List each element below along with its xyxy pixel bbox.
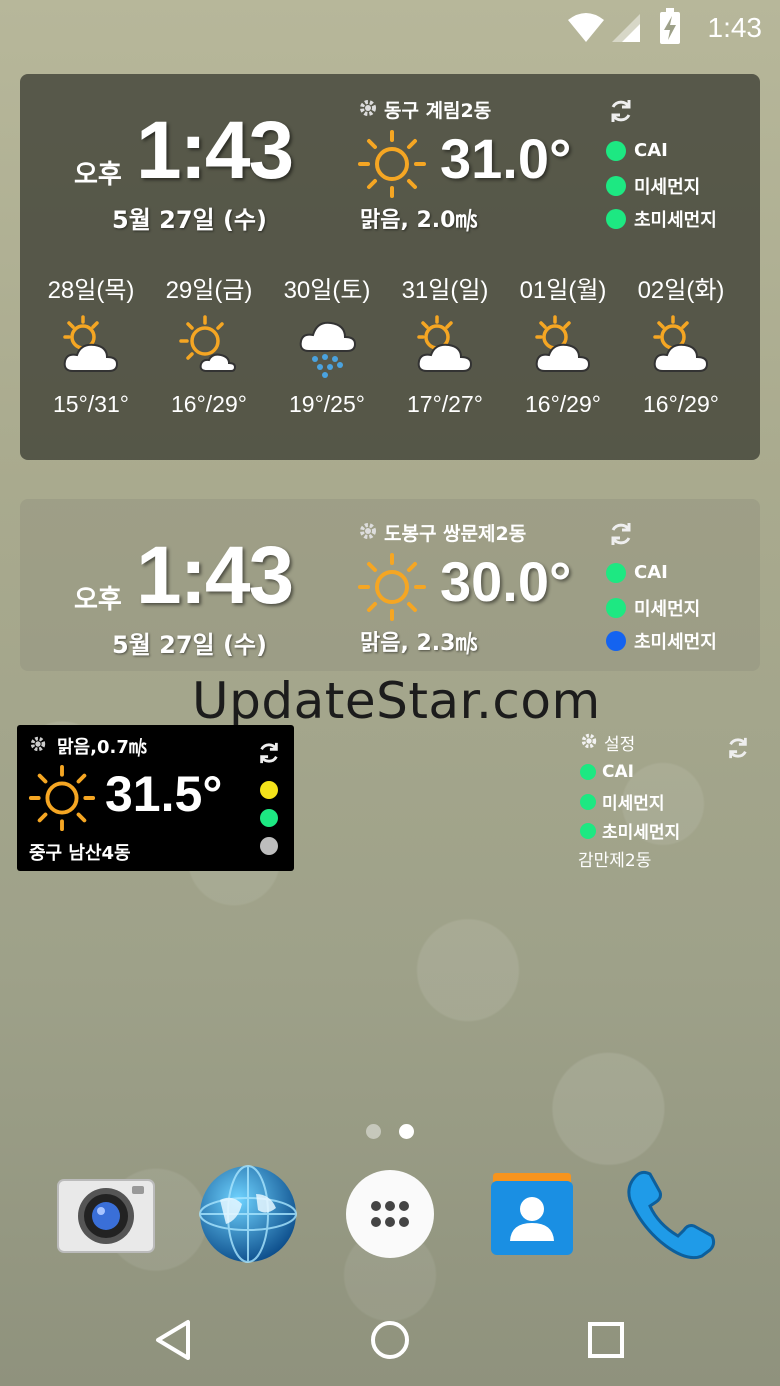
temperature: 31.5° <box>105 766 223 822</box>
browser-globe-icon <box>199 1165 297 1263</box>
aq-cai: CAI <box>606 140 668 161</box>
page-dot[interactable] <box>366 1124 381 1139</box>
status-dot <box>580 793 596 810</box>
back-button[interactable] <box>144 1310 204 1370</box>
settings-label[interactable]: 설정 <box>604 730 635 755</box>
clock-time[interactable]: 1:43 <box>136 529 294 623</box>
browser-app[interactable] <box>194 1160 302 1268</box>
status-dot <box>580 764 596 780</box>
status-dot <box>606 598 626 618</box>
weather-widget-medium[interactable]: 오후 1:43 5월 27일 (수) 도봉구 쌍문제2동 30.0° 맑음, 2… <box>20 499 760 671</box>
clock-date: 5월 27일 (수) <box>112 206 267 234</box>
weather-widget-large[interactable]: 오후 1:43 5월 27일 (수) 동구 계림2동 31.0° 맑음, 2.0… <box>20 74 760 460</box>
aq-fine-dust: 미세먼지 <box>606 173 700 199</box>
refresh-icon[interactable] <box>726 736 750 760</box>
dock <box>0 1160 780 1270</box>
status-bar: 1:43 <box>0 0 780 56</box>
aq-fine-dust: 미세먼지 <box>580 789 665 814</box>
gear-icon[interactable] <box>358 521 378 541</box>
status-dot <box>606 209 626 229</box>
clock-date: 5월 27일 (수) <box>112 631 267 659</box>
temperature: 31.0° <box>440 127 572 190</box>
aq-ultrafine-dust: 초미세먼지 <box>606 628 717 654</box>
contacts-icon <box>491 1173 573 1255</box>
status-dot <box>580 822 596 839</box>
weather-condition: 맑음, 2.3㎧ <box>360 631 478 656</box>
back-icon <box>156 1320 190 1360</box>
partly-cloudy-icon <box>535 315 591 372</box>
aq-cai: CAI <box>580 762 634 782</box>
partly-cloudy-icon <box>417 315 473 372</box>
aq-cai: CAI <box>606 562 668 583</box>
sun-icon <box>358 553 426 621</box>
forecast-day: 28일(목) 15°/31° <box>47 277 135 417</box>
camera-icon <box>57 1179 155 1253</box>
clock-time[interactable]: 1:43 <box>136 104 294 198</box>
app-drawer[interactable] <box>336 1160 444 1268</box>
forecast-day: 02일(화) 16°/29° <box>637 277 725 417</box>
status-dot <box>606 562 626 583</box>
status-dot <box>606 140 626 161</box>
ampm-label: 오후 <box>74 160 122 190</box>
location-label[interactable]: 도봉구 쌍문제2동 <box>384 519 526 546</box>
phone-app[interactable] <box>618 1160 726 1268</box>
forecast-day: 30일(토) 19°/25° <box>283 277 371 417</box>
cai-dot <box>260 781 278 799</box>
status-dot <box>606 176 626 196</box>
aq-ultrafine-dust: 초미세먼지 <box>606 206 717 232</box>
location-label[interactable]: 감만제2동 <box>578 846 651 871</box>
signal-icon <box>612 14 640 42</box>
refresh-icon[interactable] <box>257 741 281 765</box>
weather-condition: 맑음, 2.0㎧ <box>360 208 478 233</box>
home-button[interactable] <box>360 1310 420 1370</box>
forecast-row: 28일(목) 15°/31° 29일(금) 16°/29° 30일(토) 19°… <box>20 270 760 420</box>
wifi-icon <box>568 13 604 42</box>
refresh-icon[interactable] <box>608 521 634 547</box>
battery-charging-icon <box>660 8 680 44</box>
location-label[interactable]: 동구 계림2동 <box>384 96 491 123</box>
air-quality-widget[interactable]: 설정 CAI 미세먼지 초미세먼지 감만제2동 <box>576 728 766 871</box>
status-dot <box>606 631 626 651</box>
aq-fine-dust: 미세먼지 <box>606 595 700 621</box>
sun-icon <box>28 764 96 832</box>
gear-icon[interactable] <box>580 732 598 750</box>
recents-icon <box>588 1322 624 1358</box>
temperature: 30.0° <box>440 550 572 613</box>
recents-button[interactable] <box>576 1310 636 1370</box>
weather-condition: 맑음,0.7㎧ <box>57 737 147 758</box>
refresh-icon[interactable] <box>608 98 634 124</box>
gear-icon[interactable] <box>358 98 378 118</box>
partly-cloudy-icon <box>653 315 709 372</box>
watermark: UpdateStar.com <box>192 672 601 730</box>
app-drawer-icon <box>346 1170 434 1258</box>
home-icon <box>371 1321 409 1359</box>
ampm-label: 오후 <box>74 585 122 615</box>
forecast-day: 31일(일) 17°/27° <box>401 277 489 417</box>
sun-icon <box>358 130 426 198</box>
camera-app[interactable] <box>52 1160 160 1268</box>
ultrafine-dust-dot <box>260 837 278 855</box>
contacts-app[interactable] <box>478 1160 586 1268</box>
location-label[interactable]: 중구 남산4동 <box>29 839 131 865</box>
weather-widget-small[interactable]: 맑음,0.7㎧ 31.5° 중구 남산4동 <box>17 725 294 871</box>
rain-cloud-icon <box>299 321 357 378</box>
phone-icon <box>627 1170 716 1260</box>
partly-cloudy-icon <box>63 315 119 372</box>
forecast-day: 29일(금) 16°/29° <box>165 277 253 417</box>
fine-dust-dot <box>260 809 278 827</box>
sun-small-cloud-icon <box>179 315 237 372</box>
aq-ultrafine-dust: 초미세먼지 <box>580 818 680 843</box>
status-time: 1:43 <box>707 12 763 43</box>
gear-icon[interactable] <box>29 735 47 753</box>
forecast-day: 01일(월) 16°/29° <box>519 277 607 417</box>
page-dot-active[interactable] <box>399 1124 414 1139</box>
navigation-bar <box>0 1290 780 1386</box>
